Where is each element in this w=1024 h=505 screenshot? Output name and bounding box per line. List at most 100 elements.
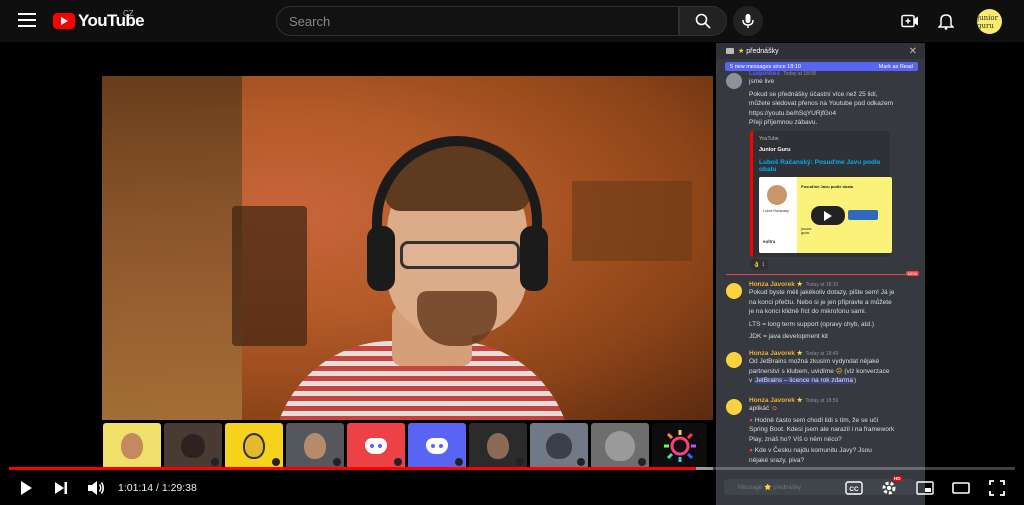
country-code: CZ [123, 9, 134, 18]
timestamp: Today at 18:08 [783, 71, 816, 77]
duration: 1:29:38 [161, 482, 197, 494]
captions-button[interactable]: CC [843, 478, 865, 498]
message-text: Kde v Česku najdu komunitu Javy? Jsou [754, 447, 872, 454]
volume-button[interactable] [86, 478, 106, 498]
main-video-frame [102, 76, 713, 420]
svg-text:CC: CC [849, 486, 859, 493]
close-icon[interactable]: ✕ [909, 46, 917, 57]
participant-tile[interactable] [286, 423, 344, 469]
embed-provider: YouTube [759, 136, 779, 142]
participant-strip [103, 423, 707, 471]
discord-icon [426, 438, 448, 454]
new-divider: NEW [726, 271, 919, 276]
message-text: jsme live [749, 78, 775, 85]
miniplayer-button[interactable] [914, 478, 936, 498]
search-icon [695, 13, 711, 29]
progress-bar[interactable] [9, 467, 1015, 470]
current-time: 1:01:14 [118, 482, 154, 494]
message-text: Spring Boot. Kdesi jsem ale narazil i na… [749, 426, 895, 433]
embed-author: Junior Guru [759, 147, 791, 153]
timestamp: Today at 18:59 [805, 398, 839, 404]
message-text: v [749, 377, 753, 384]
participant-tile[interactable] [164, 423, 222, 469]
message-text: můžete sledovat přenos na Youtube pod od… [749, 100, 894, 107]
play-button[interactable] [16, 478, 36, 498]
hd-badge: HD [893, 476, 902, 481]
chat-message: Honza Javorek ★ Today at 18:59 aplikáč ☺ … [723, 396, 918, 465]
logo-text: YouTube [78, 11, 145, 30]
captions-icon: CC [845, 481, 863, 495]
volume-icon [88, 481, 104, 495]
message-text: je na konci klidně říct do mikrofonu sam… [749, 308, 867, 315]
discord-icon [365, 438, 387, 454]
message-text: Pokud se přednášky účastní více než 25 l… [749, 90, 878, 98]
create-button[interactable] [899, 10, 921, 32]
next-button[interactable] [51, 478, 71, 498]
bell-icon [938, 14, 954, 30]
message-text: Přeji příjemnou zábavu. [749, 119, 818, 126]
theater-button[interactable] [950, 478, 972, 498]
participant-tile[interactable] [469, 423, 527, 469]
chat-channel-icon [726, 48, 734, 54]
participant-tile[interactable] [652, 423, 707, 469]
message-text: Hodně často sem chodí lidi s tím, že se … [754, 416, 879, 424]
message-text: Pokud byste měli jakékoliv dotazy, pište… [749, 289, 895, 296]
message-text: LTS = long term support (opravy chyb, at… [749, 320, 875, 328]
speaker-photo [767, 185, 787, 205]
chat-message: Luqunties Today at 18:08 jsme live Pokud … [723, 70, 918, 128]
new-badge: NEW [905, 271, 919, 276]
voice-search-button[interactable] [733, 6, 763, 36]
reaction[interactable]: 👌 1 [750, 259, 768, 270]
account-avatar[interactable]: junior guru [977, 9, 1002, 34]
new-messages-text: 5 new messages since 18:10 [730, 63, 801, 70]
progress-played [9, 467, 697, 470]
channel-name: přednášky [746, 47, 779, 55]
youtube-play-icon [53, 13, 75, 29]
miniplayer-icon [916, 481, 934, 495]
participant-tile[interactable] [591, 423, 649, 469]
message-text: Play, znáš ho? Víš o něm něco? [749, 435, 842, 443]
play-icon [21, 481, 32, 495]
author-name: Honza Javorek [749, 281, 795, 288]
search-input[interactable] [277, 7, 678, 35]
youtube-embed[interactable]: YouTube Junior Guru Luboš Račanský: Posu… [750, 131, 892, 257]
thumbnail-company: eultra [763, 239, 776, 244]
create-video-icon [901, 14, 918, 28]
participant-tile[interactable] [347, 423, 405, 469]
participant-tile[interactable] [225, 423, 283, 469]
thumbnail-logo: junior guru [801, 227, 812, 235]
fullscreen-button[interactable] [986, 478, 1008, 498]
chat-header: ★ přednášky ✕ [716, 43, 925, 59]
gear-icon [882, 481, 896, 495]
hamburger-icon[interactable] [18, 13, 36, 27]
channel-mention[interactable]: JetBrains – licence na rok zdarma [754, 377, 854, 384]
embed-thumbnail[interactable]: Luboš Račanský eultra Posuďme Javu podle… [759, 177, 892, 253]
participant-tile[interactable] [103, 423, 161, 469]
message-text: partnerství s klubem, uvidíme [749, 367, 834, 375]
message-text: na konci přečtu. Nebo si je jen připravt… [749, 298, 892, 306]
author-name: Luqunties [749, 70, 781, 77]
thumbnail-title: Posuďme Javu podle obalu [801, 184, 854, 189]
settings-button[interactable] [878, 478, 900, 498]
sun-logo-icon [663, 430, 696, 462]
mark-as-read-button[interactable]: Mark as Read [879, 64, 913, 70]
author-name: Honza Javorek [749, 397, 795, 404]
message-link[interactable]: https://youtu.be/hSqYURjfGn4 [749, 109, 918, 119]
message-text: nějaké srazy, piva? [749, 456, 805, 464]
search-button[interactable] [679, 6, 727, 36]
star-icon: ★ [738, 48, 745, 55]
chat-message: Honza Javorek ★ Today at 18:10 Pokud byst… [723, 280, 918, 342]
discord-chat-panel: ★ přednášky ✕ 5 new messages since 18:10… [716, 43, 925, 505]
play-icon[interactable] [811, 206, 845, 225]
message-text: aplikáč [749, 405, 770, 412]
fullscreen-icon [989, 480, 1005, 496]
chat-message: Honza Javorek ★ Today at 18:49 Od JetBrai… [723, 349, 918, 386]
message-text: Od JetBrains možná zkusím vydyndat nějak… [749, 358, 880, 365]
participant-tile[interactable] [530, 423, 588, 469]
time-display: 1:01:14 / 1:29:38 [118, 482, 197, 494]
mic-icon [742, 14, 754, 28]
notifications-button[interactable] [935, 10, 957, 32]
theater-icon [952, 482, 970, 494]
participant-tile[interactable] [408, 423, 466, 469]
embed-title[interactable]: Luboš Račanský: Posuďme Javu podle obalu [759, 159, 884, 173]
